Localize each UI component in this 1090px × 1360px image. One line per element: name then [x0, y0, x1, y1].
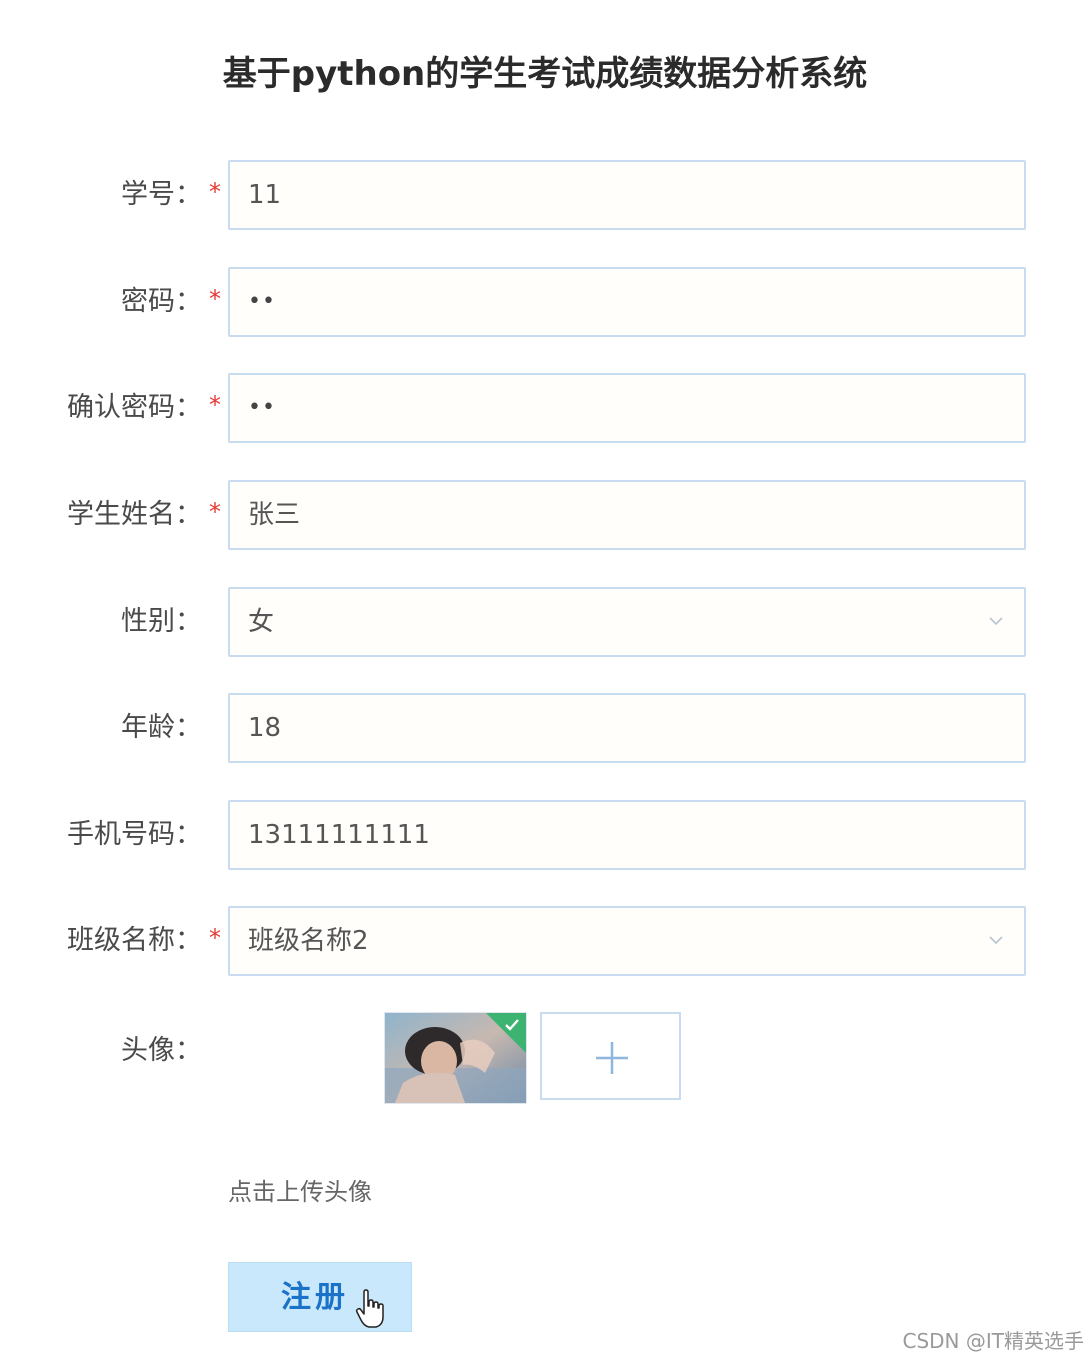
phone-value: 13111111111 [248, 820, 430, 850]
student-name-value: 张三 [248, 500, 301, 530]
student-name-input[interactable]: 张三 [228, 480, 1026, 550]
hand-cursor-icon [355, 1289, 384, 1328]
register-page: 基于python的学生考试成绩数据分析系统 学号： * 11 密码： * •• … [0, 0, 1090, 1360]
student-name-label: 学生姓名： [67, 499, 202, 530]
watermark: CSDN @IT精英选手 [902, 1329, 1085, 1353]
form-row-password: 密码： * •• [0, 267, 1090, 337]
password-value: •• [248, 289, 276, 314]
required-star: * [209, 391, 221, 419]
form-row-age: 年龄： 18 [0, 693, 1090, 763]
gender-value: 女 [248, 607, 275, 637]
check-icon [505, 1019, 519, 1031]
plus-icon [596, 1042, 628, 1074]
page-title: 基于python的学生考试成绩数据分析系统 [222, 54, 868, 94]
form-row-confirm-password: 确认密码： * •• [0, 373, 1090, 443]
confirm-password-input[interactable]: •• [228, 373, 1026, 443]
age-value: 18 [248, 713, 282, 743]
upload-hint: 点击上传头像 [228, 1178, 372, 1206]
student-id-value: 11 [248, 180, 282, 210]
required-star: * [209, 285, 221, 313]
phone-label: 手机号码： [67, 819, 202, 850]
student-id-input[interactable]: 11 [228, 160, 1026, 230]
gender-select[interactable]: 女 [228, 587, 1026, 657]
password-input[interactable]: •• [228, 267, 1026, 337]
required-star: * [209, 498, 221, 526]
confirm-password-value: •• [248, 395, 276, 420]
gender-label: 性别： [121, 606, 202, 637]
form-row-student-name: 学生姓名： * 张三 [0, 480, 1090, 550]
required-star: * [209, 178, 221, 206]
form-row-phone: 手机号码： 13111111111 [0, 800, 1090, 870]
class-name-select[interactable]: 班级名称2 [228, 906, 1026, 976]
password-label: 密码： [121, 286, 202, 317]
student-id-label: 学号： [121, 179, 202, 210]
register-button[interactable]: 注册 [228, 1262, 412, 1332]
register-button-label: 注册 [281, 1280, 349, 1315]
class-name-value: 班级名称2 [248, 926, 369, 956]
chevron-down-icon [989, 617, 1003, 626]
class-name-label: 班级名称： [67, 925, 202, 956]
avatar-upload-button[interactable] [540, 1012, 681, 1100]
age-label: 年龄： [121, 712, 202, 743]
form-row-student-id: 学号： * 11 [0, 160, 1090, 230]
phone-input[interactable]: 13111111111 [228, 800, 1026, 870]
avatar-label: 头像： [121, 1035, 202, 1066]
required-star: * [209, 924, 221, 952]
confirm-password-label: 确认密码： [67, 392, 202, 423]
age-input[interactable]: 18 [228, 693, 1026, 763]
chevron-down-icon [989, 936, 1003, 945]
form-row-gender: 性别： 女 [0, 587, 1090, 657]
form-row-avatar: 头像： [0, 1010, 1090, 1104]
avatar-thumbnail[interactable] [384, 1012, 527, 1104]
form-row-class-name: 班级名称： * 班级名称2 [0, 906, 1090, 976]
